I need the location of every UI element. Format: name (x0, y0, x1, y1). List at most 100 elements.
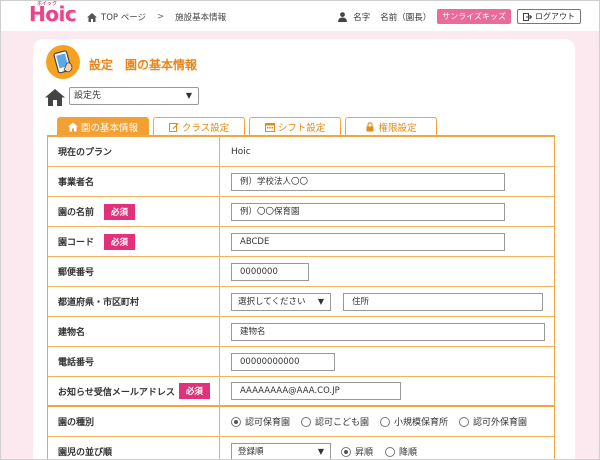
logout-button[interactable]: ログアウト (517, 9, 581, 24)
radio-label: 昇順 (355, 448, 374, 458)
form-row-business: 事業者名 例）学校法人〇〇 (48, 167, 554, 197)
settings-card: 設定 園の基本情報 設定先 ▼ 園の基本情報 クラス設定 シフト設定 権限設定 … (33, 39, 575, 459)
radio-button[interactable] (459, 416, 470, 427)
home-icon[interactable] (45, 89, 65, 106)
order-radio-ascending[interactable]: 昇順 (341, 445, 373, 458)
lock-icon (366, 121, 374, 131)
top-header: ホイック Hoic TOP ページ > 施設基本情報 名字 名前（園長） サンラ… (1, 1, 599, 31)
prefecture-select-value: 選択してください (238, 296, 306, 307)
nursery-name-label-text: 園の名前 (58, 208, 95, 218)
type-label: 園の種別 (48, 407, 220, 436)
type-radio-small[interactable]: 小規模保育所 (380, 415, 448, 428)
form-row-type: 園の種別 認可保育園 認可こども園 小規模保育所 認可外保育園 (48, 407, 554, 437)
tab-label: クラス設定 (181, 122, 230, 134)
radio-label: 降順 (399, 448, 418, 458)
user-label: 名字 (353, 12, 371, 23)
postal-code-input[interactable]: 0000000 (231, 262, 309, 281)
radio-button[interactable] (380, 416, 391, 427)
prefecture-label: 都道府県・市区町村 (48, 287, 220, 316)
form-row-building: 建物名 建物名 (48, 317, 554, 347)
tab-label: 園の基本情報 (80, 122, 138, 134)
dropdown-arrow-icon: ▼ (317, 296, 324, 306)
form-row-nursery-code: 園コード 必須 ABCDE (48, 227, 554, 257)
organization-badge[interactable]: サンライズキッズ (437, 9, 511, 24)
tab-label: 権限設定 (378, 122, 417, 134)
type-radio-licensed[interactable]: 認可保育園 (231, 415, 290, 428)
tab-permission-settings[interactable]: 権限設定 (345, 117, 437, 135)
form-row-postal: 郵便番号 0000000 (48, 257, 554, 287)
phone-input[interactable]: 00000000000 (231, 352, 335, 371)
business-name-input[interactable]: 例）学校法人〇〇 (231, 172, 505, 191)
plan-label: 現在のプラン (48, 137, 220, 166)
business-label: 事業者名 (48, 167, 220, 196)
required-badge: 必須 (104, 203, 136, 220)
order-label: 園児の並び順 (48, 437, 220, 459)
radio-button[interactable] (231, 416, 241, 427)
tab-basic-info[interactable]: 園の基本情報 (57, 117, 149, 135)
tablet-settings-icon (46, 45, 80, 79)
radio-button[interactable] (385, 446, 396, 457)
address-input[interactable]: 住所 (343, 292, 543, 311)
nursery-code-label-text: 園コード (58, 238, 95, 248)
form-row-order: 園児の並び順 登録順 ▼ 昇順 降順 (48, 437, 554, 459)
form-row-nursery-name: 園の名前 必須 例）〇〇保育園 (48, 197, 554, 227)
nursery-type-radio-group: 認可保育園 認可こども園 小規模保育所 認可外保育園 (231, 415, 527, 428)
nursery-code-label: 園コード 必須 (48, 227, 220, 256)
radio-button[interactable] (301, 416, 312, 427)
breadcrumb-separator: > (157, 12, 165, 22)
form-row-email: お知らせ受信メールアドレス 必須 AAAAAAAA@AAA.CO.JP (48, 377, 554, 407)
pencil-icon (168, 122, 179, 132)
settings-tabs: 園の基本情報 クラス設定 シフト設定 権限設定 (57, 117, 437, 135)
email-input[interactable]: AAAAAAAA@AAA.CO.JP (231, 382, 401, 400)
order-select-value: 登録順 (238, 446, 264, 457)
type-radio-kodomoen[interactable]: 認可こども園 (301, 415, 369, 428)
nursery-name-label: 園の名前 必須 (48, 197, 220, 226)
basic-info-form: 現在のプラン Hoic 事業者名 例）学校法人〇〇 園の名前 必須 例）〇〇保育… (47, 135, 555, 459)
logout-icon (523, 12, 532, 21)
breadcrumb-current: 施設基本情報 (175, 13, 227, 23)
home-icon (87, 12, 97, 22)
tab-shift-settings[interactable]: シフト設定 (249, 117, 341, 135)
form-row-plan: 現在のプラン Hoic (48, 137, 554, 167)
building-input[interactable]: 建物名 (231, 322, 545, 341)
hoic-logo[interactable]: ホイック Hoic (29, 1, 77, 26)
radio-label: 小規模保育所 (394, 418, 449, 428)
dropdown-arrow-icon: ▼ (317, 446, 324, 456)
order-radio-descending[interactable]: 降順 (385, 445, 417, 458)
radio-label: 認可外保育園 (473, 418, 528, 428)
facility-select[interactable]: 設定先 ▼ (69, 87, 199, 105)
required-badge: 必須 (104, 233, 136, 250)
home-icon (67, 122, 78, 131)
form-row-phone: 電話番号 00000000000 (48, 347, 554, 377)
form-row-address: 都道府県・市区町村 選択してください ▼ 住所 (48, 287, 554, 317)
type-radio-unlicensed[interactable]: 認可外保育園 (459, 415, 527, 428)
app-frame: ホイック Hoic TOP ページ > 施設基本情報 名字 名前（園長） サンラ… (0, 0, 600, 460)
building-label: 建物名 (48, 317, 220, 346)
radio-button[interactable] (341, 446, 351, 457)
breadcrumb-top-link[interactable]: TOP ページ (101, 11, 146, 23)
page-title: 設定 園の基本情報 (89, 58, 198, 72)
tab-class-settings[interactable]: クラス設定 (153, 117, 245, 135)
facility-select-value: 設定先 (74, 91, 102, 101)
email-label: お知らせ受信メールアドレス 必須 (48, 377, 220, 405)
nursery-code-input[interactable]: ABCDE (231, 232, 505, 251)
user-name: 名前（園長） (380, 12, 432, 23)
radio-label: 認可こども園 (315, 418, 370, 428)
order-select[interactable]: 登録順 ▼ (231, 442, 331, 459)
breadcrumb: TOP ページ > 施設基本情報 (87, 11, 226, 23)
user-icon (338, 11, 348, 22)
tab-label: シフト設定 (277, 122, 326, 134)
postal-label: 郵便番号 (48, 257, 220, 286)
prefecture-select[interactable]: 選択してください ▼ (231, 292, 331, 311)
user-area: 名字 名前（園長） サンライズキッズ ログアウト (338, 9, 581, 24)
dropdown-arrow-icon: ▼ (185, 91, 192, 100)
nursery-name-input[interactable]: 例）〇〇保育園 (231, 202, 505, 221)
order-radio-group: 昇順 降順 (341, 445, 417, 458)
radio-label: 認可保育園 (245, 418, 291, 428)
calendar-icon (264, 122, 275, 132)
required-badge: 必須 (178, 383, 210, 399)
plan-value: Hoic (231, 146, 251, 157)
logout-label: ログアウト (535, 12, 575, 21)
phone-label: 電話番号 (48, 347, 220, 376)
email-label-text: お知らせ受信メールアドレス (58, 387, 175, 398)
